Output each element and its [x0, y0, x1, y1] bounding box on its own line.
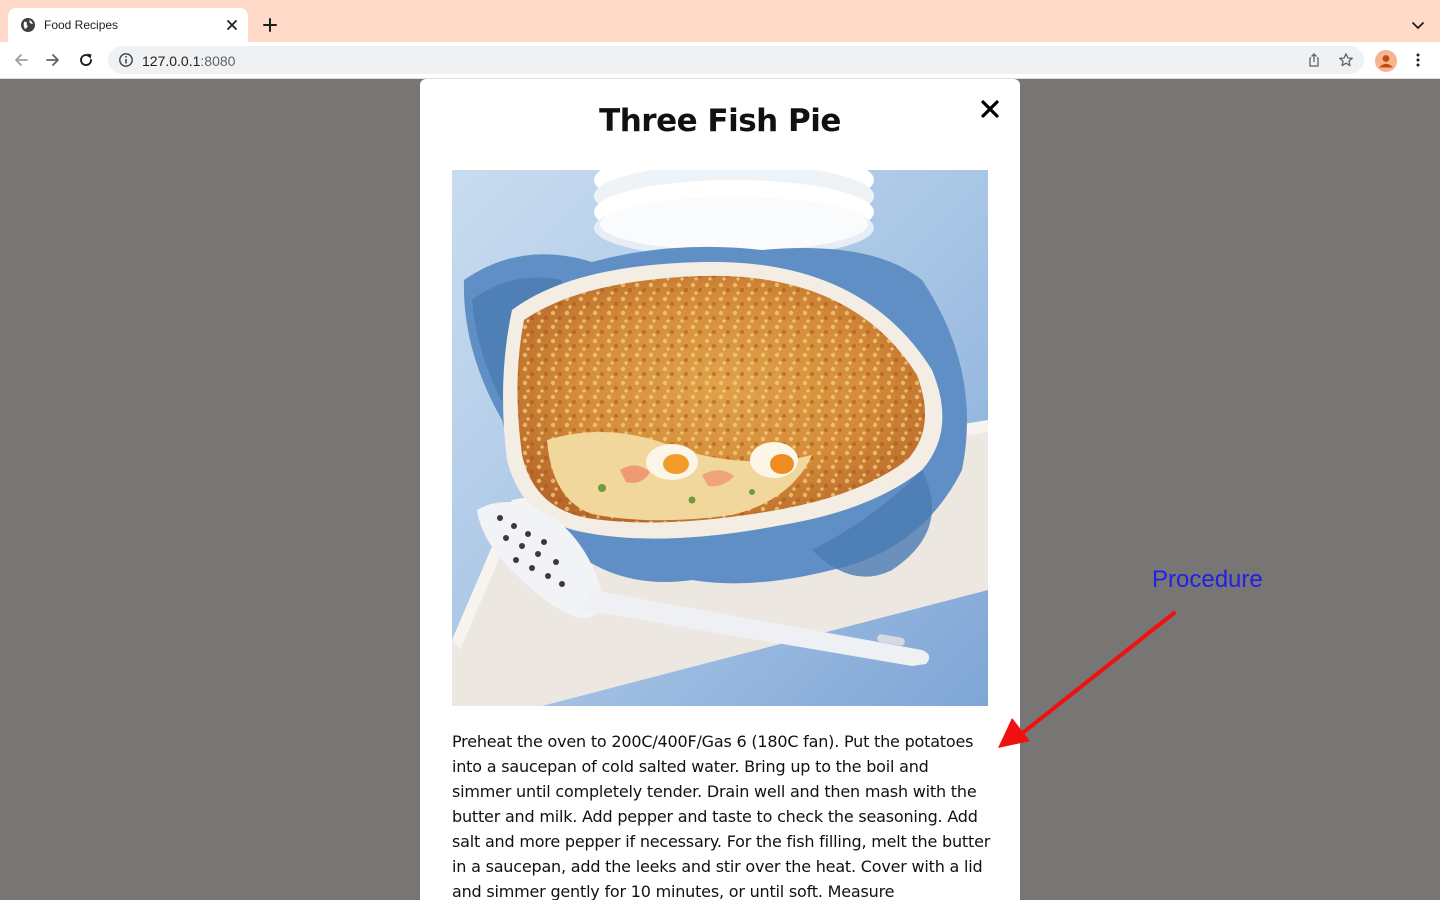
recipe-image — [452, 170, 988, 706]
star-icon[interactable] — [1338, 52, 1354, 68]
address-bar[interactable]: 127.0.0.1:8080 — [108, 46, 1364, 74]
forward-icon[interactable] — [44, 51, 62, 69]
url-host: 127.0.0.1 — [142, 53, 201, 69]
annotation-arrow — [998, 611, 1176, 748]
url-port: :8080 — [200, 53, 236, 69]
page-backdrop[interactable]: Three Fish Pie Preheat the oven to 200C/… — [0, 79, 1440, 900]
info-icon[interactable] — [118, 52, 134, 68]
tab-title: Food Recipes — [44, 18, 119, 32]
recipe-title: Three Fish Pie — [599, 103, 841, 139]
reload-icon[interactable] — [77, 51, 95, 69]
profile-icon[interactable] — [1375, 50, 1397, 72]
tab-food-recipes[interactable]: Food Recipes — [8, 8, 248, 42]
recipe-procedure: Preheat the oven to 200C/400F/Gas 6 (180… — [452, 732, 991, 900]
close-icon[interactable] — [981, 100, 999, 118]
back-icon[interactable] — [12, 51, 30, 69]
tab-strip: Food Recipes — [0, 0, 1440, 42]
globe-icon — [21, 18, 35, 32]
plus-icon[interactable] — [260, 15, 280, 35]
share-icon[interactable] — [1306, 52, 1322, 68]
chevron-down-icon[interactable] — [1410, 18, 1426, 34]
recipe-modal: Three Fish Pie Preheat the oven to 200C/… — [420, 79, 1020, 900]
url-text: 127.0.0.1:8080 — [142, 53, 235, 69]
close-icon[interactable] — [225, 18, 239, 32]
browser-toolbar: 127.0.0.1:8080 — [0, 42, 1440, 79]
annotation-label: Procedure — [1152, 566, 1263, 593]
more-icon[interactable] — [1410, 52, 1426, 68]
